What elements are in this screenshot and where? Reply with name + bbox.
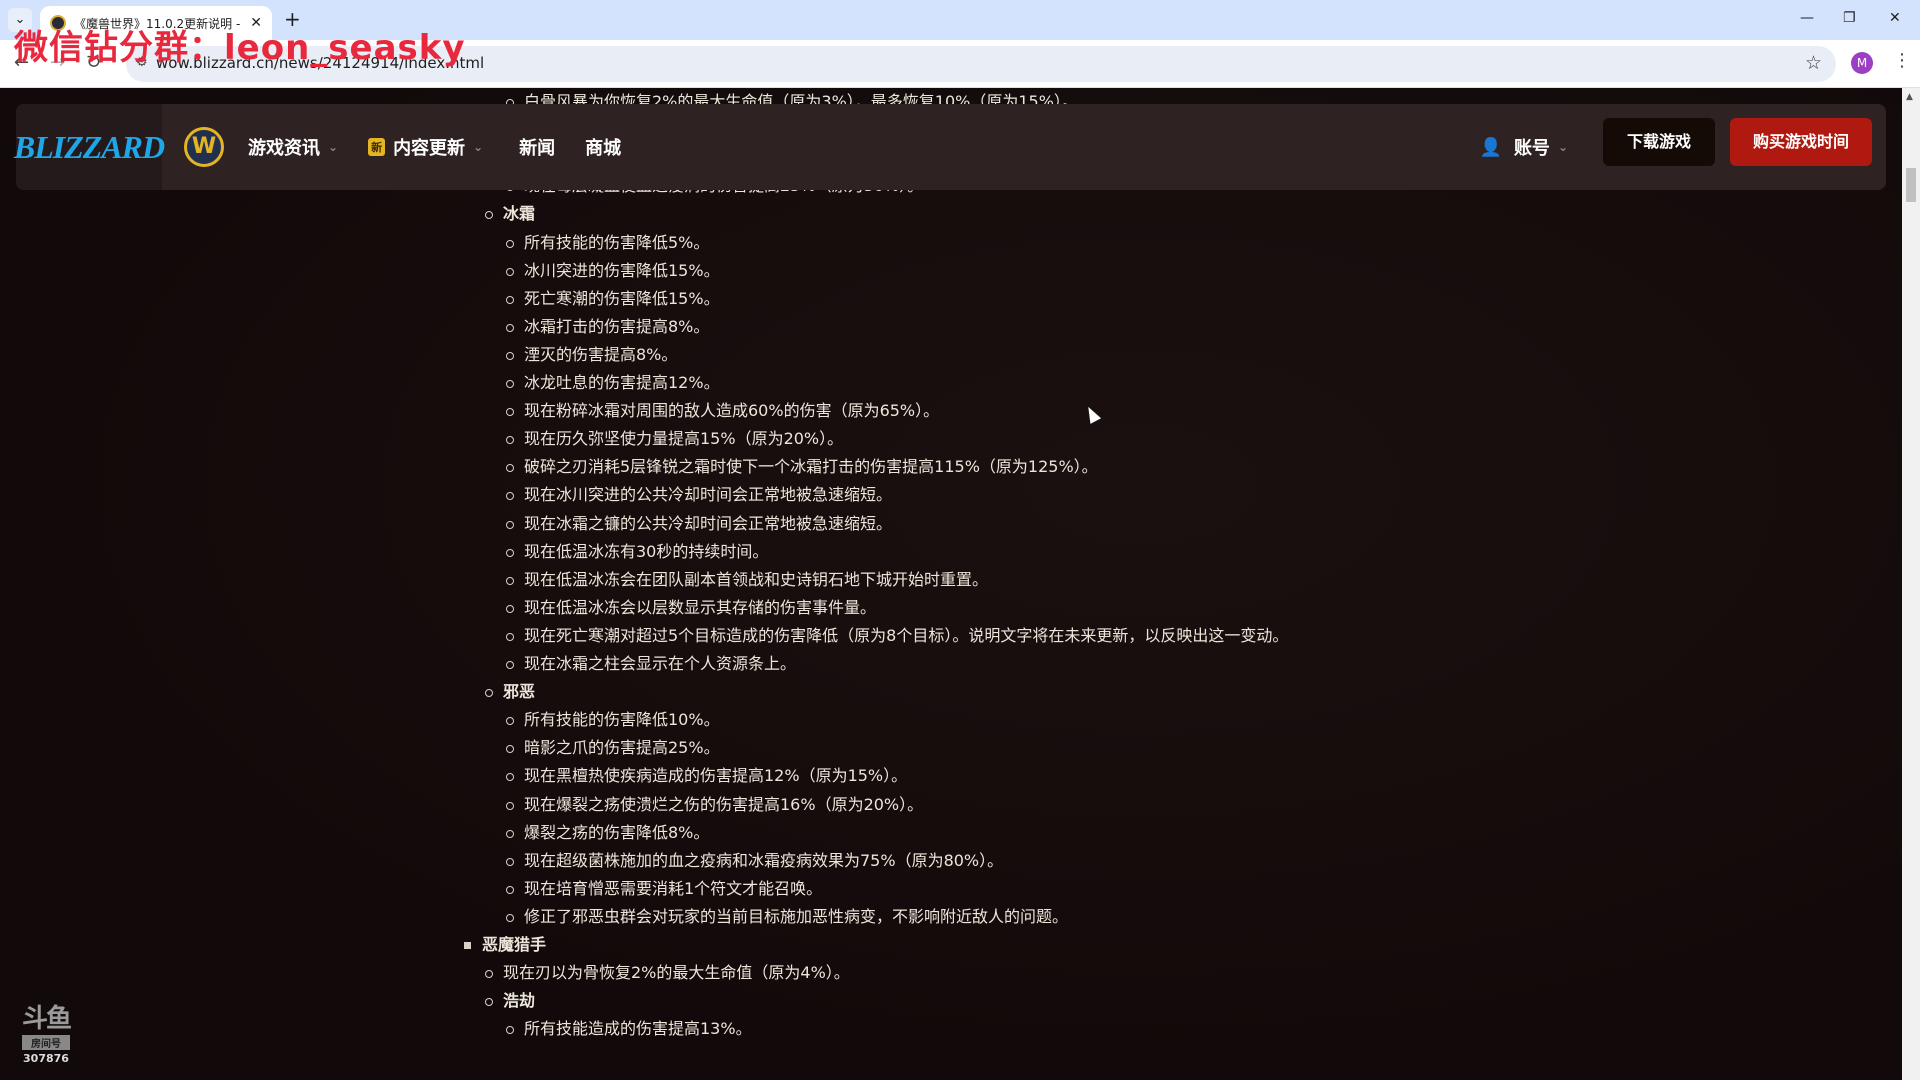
bookmark-star-icon[interactable]: ☆ (1805, 52, 1822, 74)
stream-room-overlay: 斗鱼 房间号 307876 (16, 998, 76, 1065)
close-window-icon[interactable]: ✕ (1889, 10, 1901, 26)
list-item: 现在超级菌株施加的血之疫病和冰霜疫病效果为75%（原为80%）。 (505, 850, 1004, 870)
mouse-cursor (1082, 404, 1102, 424)
account-menu[interactable]: 👤 账号 ⌄ (1480, 134, 1568, 160)
overlay-watermark: 微信钻分群：leon_seasky (14, 28, 466, 68)
list-item: 现在刃以为骨恢复2%的最大生命值（原为4%）。 (485, 963, 850, 983)
page-viewport: 白骨风暴为你恢复2%的最大生命值（原为3%），最多恢复10%（原为15%）。吞噬… (0, 88, 1902, 1080)
section-heading: 浩劫 (484, 991, 536, 1011)
section-heading: 冰霜 (484, 204, 536, 224)
chevron-down-icon: ⌄ (328, 140, 339, 154)
list-item: 现在低温冰冻有30秒的持续时间。 (505, 541, 769, 561)
section-heading: 邪恶 (484, 682, 536, 702)
chevron-down-icon: ⌄ (1557, 140, 1568, 154)
list-item: 暗影之爪的伤害提高25%。 (506, 738, 720, 758)
nav-item-label: 内容更新 (393, 138, 466, 159)
list-item: 现在冰霜之柱会显示在个人资源条上。 (505, 654, 797, 673)
site-navigation: BLIZZARD W 游戏资讯 ⌄ 新 内容更新 ⌄ 新闻 商城 👤 账号 ⌄ … (14, 104, 1886, 190)
nav-item-shop[interactable]: 商城 (585, 134, 621, 160)
scroll-up-arrow-icon[interactable]: ▲ (1906, 92, 1913, 102)
list-item: 现在低温冰冻会以层数显示其存储的伤害事件量。 (505, 597, 877, 617)
list-item: 现在黑檀热使疾病造成的伤害提高12%（原为15%）。 (505, 766, 908, 786)
nav-item-game-info[interactable]: 游戏资讯 ⌄ (248, 134, 338, 160)
list-item: 所有技能造成的伤害提高13%。 (506, 1019, 752, 1039)
wow-logo-icon[interactable]: W (184, 127, 224, 167)
user-icon: 👤 (1479, 136, 1502, 158)
list-item: 爆裂之疡的伤害降低8%。 (505, 822, 710, 842)
room-number: 307876 (23, 1052, 69, 1065)
list-item: 冰霜打击的伤害提高8%。 (505, 316, 710, 336)
list-item: 所有技能的伤害降低10%。 (506, 710, 720, 730)
page-scrollbar[interactable]: ▲ (1902, 88, 1920, 1080)
list-item: 破碎之刃消耗5层锋锐之霜时使下一个冰霜打击的伤害提高115%（原为125%）。 (506, 457, 1098, 477)
list-item: 现在死亡寒潮对超过5个目标造成的伤害降低（原为8个目标）。说明文字将在未来更新，… (505, 625, 1289, 645)
list-item: 现在历久弥坚使力量提高15%（原为20%）。 (505, 429, 844, 449)
blizzard-logo-box[interactable]: BLIZZARD (14, 104, 165, 190)
list-item: 现在冰霜之镰的公共冷却时间会正常地被急速缩短。 (505, 513, 893, 533)
nav-item-label: 新闻 (519, 138, 556, 159)
room-label: 房间号 (22, 1035, 70, 1050)
list-item: 湮灭的伤害提高8%。 (505, 344, 678, 364)
new-badge: 新 (368, 138, 386, 156)
list-item: 冰龙吐息的伤害提高12%。 (506, 373, 720, 392)
scroll-thumb[interactable] (1906, 168, 1916, 202)
section-heading: 恶魔猎手 (463, 935, 547, 954)
profile-avatar[interactable]: M (1851, 52, 1873, 74)
list-item: 现在低温冰冻会在团队副本首领战和史诗钥石地下城开始时重置。 (505, 569, 989, 589)
douyu-logo: 斗鱼 (21, 1004, 72, 1034)
browser-menu-icon[interactable]: ⋮ (1893, 50, 1911, 71)
list-item: 现在培育憎恶需要消耗1个符文才能召唤。 (505, 878, 823, 898)
nav-item-label: 游戏资讯 (248, 138, 320, 159)
chevron-down-icon: ⌄ (473, 140, 484, 154)
list-item: 现在爆裂之疡使溃烂之伤的伤害提高16%（原为20%）。 (505, 794, 924, 814)
nav-item-content-updates[interactable]: 新 内容更新 ⌄ (368, 134, 483, 160)
account-label: 账号 (1513, 138, 1550, 159)
list-item: 冰川突进的伤害降低15%。 (506, 260, 720, 280)
restore-icon[interactable]: ❐ (1843, 10, 1856, 26)
blizzard-logo[interactable]: BLIZZARD (14, 129, 165, 166)
nav-item-label: 商城 (585, 138, 622, 159)
list-item: 修正了邪恶虫群会对玩家的当前目标施加恶性病变，不影响附近敌人的问题。 (505, 906, 1069, 926)
list-item: 现在粉碎冰霜对周围的敌人造成60%的伤害（原为65%）。 (505, 401, 940, 421)
list-item: 死亡寒潮的伤害降低15%。 (506, 288, 720, 308)
list-item: 现在冰川突进的公共冷却时间会正常地被急速缩短。 (505, 485, 893, 505)
download-game-button[interactable]: 下载游戏 (1603, 118, 1715, 166)
buy-game-time-button[interactable]: 购买游戏时间 (1730, 118, 1872, 166)
list-item: 所有技能的伤害降低5%。 (505, 232, 710, 252)
minimize-icon[interactable]: — (1800, 10, 1814, 26)
nav-item-news[interactable]: 新闻 (519, 134, 555, 160)
